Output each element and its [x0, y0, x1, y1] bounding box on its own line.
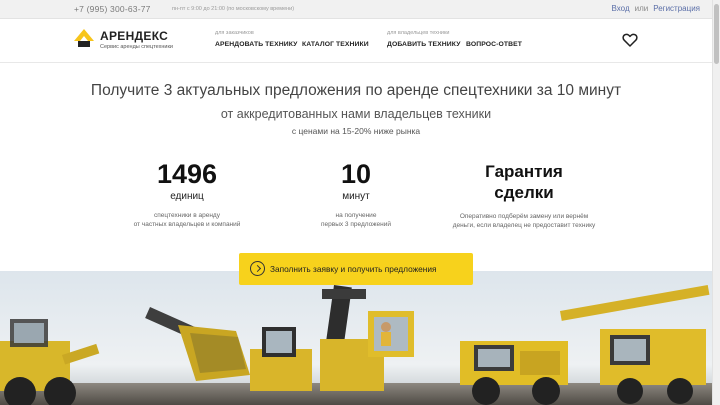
stat-guarantee-desc-line1: Оперативно подберём замену или вернём	[459, 213, 589, 220]
scrollbar[interactable]	[712, 0, 720, 405]
nav-rent-equipment[interactable]: АРЕНДОВАТЬ ТЕХНИКУ	[215, 41, 297, 48]
scrollbar-thumb[interactable]	[714, 4, 719, 64]
register-link[interactable]: Регистрация	[653, 4, 700, 13]
hero-title: Получите 3 актуальных предложения по аре…	[90, 82, 622, 99]
stat-units-value: 1496	[156, 159, 218, 189]
nav-add-equipment[interactable]: ДОБАВИТЬ ТЕХНИКУ	[387, 41, 461, 48]
submit-request-button[interactable]: Заполнить заявку и получить предложения	[239, 253, 473, 285]
stat-minutes-desc-line2: первых 3 предложений	[321, 221, 391, 228]
logo-tagline: Сервис аренды спецтехники	[100, 44, 173, 50]
stat-units-desc: спецтехники в аренду от частных владельц…	[107, 211, 267, 229]
stat-guarantee-title-line1: Гарантия	[485, 162, 563, 181]
nav-faq[interactable]: ВОПРОС-ОТВЕТ	[466, 41, 522, 48]
hero-price-note: с ценами на 15-20% ниже рынка	[291, 126, 421, 136]
auth-separator: или	[634, 4, 649, 13]
nav-group-owners: для владельцев техники	[387, 30, 450, 36]
hero-subtitle: от аккредитованных нами владельцев техни…	[220, 107, 492, 121]
logo-mark-icon[interactable]	[74, 28, 94, 48]
stat-minutes-desc-line1: на получение	[335, 212, 377, 219]
hero-photo-machinery	[0, 271, 712, 405]
stat-guarantee-title-line2: сделки	[494, 183, 554, 202]
stat-guarantee-desc: Оперативно подберём замену или вернём де…	[444, 212, 604, 230]
stat-units-desc-line2: от частных владельцев и компаний	[133, 221, 241, 228]
nav-group-customers: для заказчиков	[215, 30, 254, 36]
logo-name[interactable]: АРЕНДЕКС	[100, 29, 168, 43]
stat-minutes-desc: на получение первых 3 предложений	[276, 211, 436, 229]
stat-units-unit: единиц	[170, 191, 204, 202]
stat-minutes-unit: минут	[342, 191, 370, 202]
top-bar: +7 (995) 300-63-77 пн-пт с 9:00 до 21:00…	[0, 0, 712, 19]
stat-units-desc-line1: спецтехники в аренду	[154, 212, 220, 219]
arrow-right-circle-icon	[250, 261, 265, 276]
stat-guarantee-desc-line2: деньги, если владелец не предоставит тех…	[452, 222, 596, 229]
heart-icon[interactable]	[622, 32, 638, 48]
phone-number[interactable]: +7 (995) 300-63-77	[74, 4, 151, 14]
stat-units: 1496 единиц спецтехники в аренду от част…	[107, 158, 267, 229]
submit-request-label: Заполнить заявку и получить предложения	[270, 264, 437, 274]
working-hours: пн-пт с 9:00 до 21:00 (по московскому вр…	[172, 6, 295, 12]
stat-minutes: 10 минут на получение первых 3 предложен…	[276, 158, 436, 229]
nav-equipment-catalog[interactable]: КАТАЛОГ ТЕХНИКИ	[302, 41, 369, 48]
machinery-illustration	[0, 271, 712, 405]
auth-links: Вход или Регистрация	[612, 4, 700, 13]
site-header: АРЕНДЕКС Сервис аренды спецтехники для з…	[0, 19, 712, 63]
login-link[interactable]: Вход	[612, 4, 630, 13]
stat-guarantee: Гарантия сделки Оперативно подберём заме…	[444, 158, 604, 230]
stat-minutes-value: 10	[340, 159, 372, 189]
